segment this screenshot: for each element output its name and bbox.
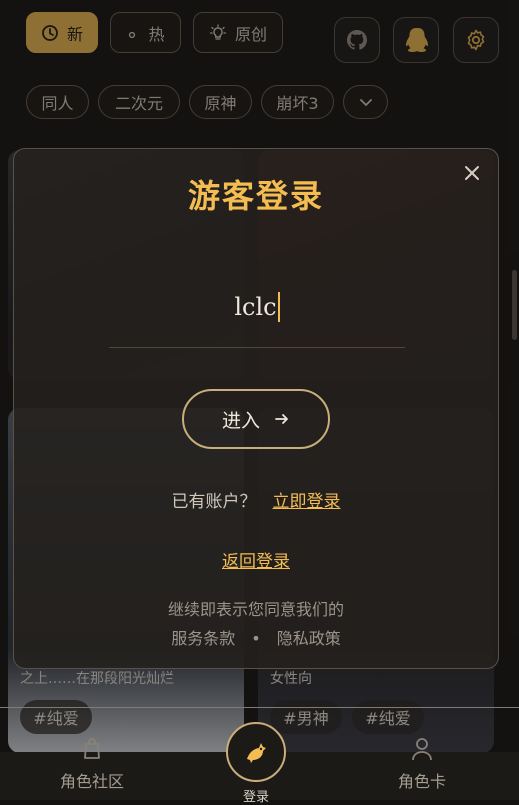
guest-name-input[interactable]: lclc [109,267,405,348]
has-account-text: 已有账户？ [171,492,257,512]
nav-character-community[interactable]: 角色社区 [32,736,152,792]
nav-character-card[interactable]: 角色卡 [362,736,482,792]
login-now-link[interactable]: 立即登录 [273,492,341,512]
policy-links: 服务条款 • 隐私政策 [14,625,498,649]
nav-label: 角色社区 [59,772,124,791]
enter-button[interactable]: 进入 [182,389,330,449]
separator-dot: • [251,629,261,648]
terms-text: 继续即表示您同意我们的 [167,600,344,619]
enter-label: 进入 [221,409,260,432]
bag-icon [84,738,100,759]
input-value: lclc [234,293,277,321]
modal-title: 游客登录 [187,177,324,215]
text-caret [277,292,280,322]
privacy-policy-link[interactable]: 隐私政策 [277,629,341,648]
back-login-row: 返回登录 [14,547,498,572]
back-login-link[interactable]: 返回登录 [222,552,290,572]
has-account-row: 已有账户？ 立即登录 [14,487,498,512]
service-terms-link[interactable]: 服务条款 [171,629,235,648]
arrow-right-icon [275,414,288,424]
login-nav-button[interactable] [226,722,286,782]
dragon-logo-icon [247,743,266,763]
nav-label: 角色卡 [397,772,446,791]
user-icon [412,738,432,761]
guest-login-modal: 游客登录 lclc 进入 已有账户？ 立即登录 返回登录 继续即表示您同意我们的 … [13,148,499,669]
login-nav-label: 登录 [242,790,269,805]
